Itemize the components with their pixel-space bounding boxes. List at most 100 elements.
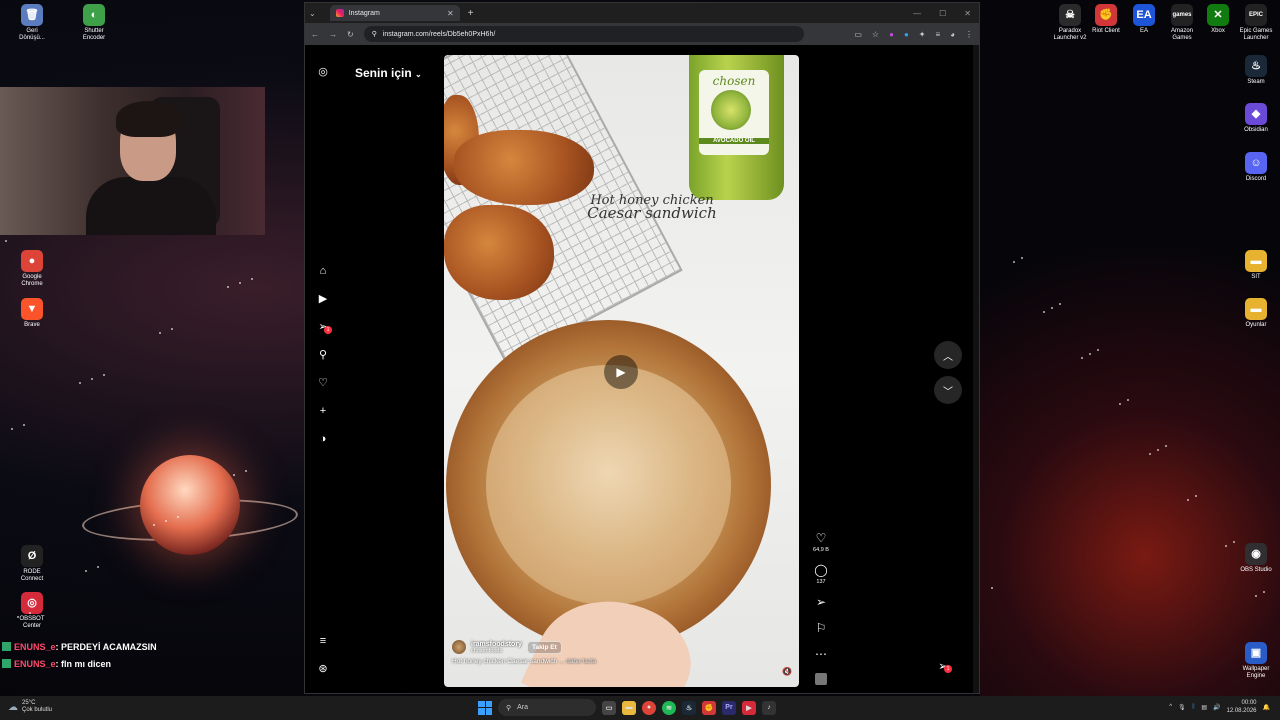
close-window-icon[interactable]: ✕ [964, 9, 971, 18]
desktop-icon[interactable]: EPIC Epic Games Launcher [1228, 4, 1280, 42]
site-info-icon[interactable]: ⚲ [372, 30, 377, 38]
messages-icon[interactable]: ➢ 1 [316, 320, 332, 334]
search-icon[interactable]: ⚲ [316, 348, 330, 362]
desktop-icon[interactable]: ◐ Shutter Encoder [66, 4, 122, 42]
start-button[interactable] [478, 700, 492, 715]
notifications-heart-icon[interactable]: ♡ [316, 376, 330, 390]
desktop-icon[interactable]: ♨ Steam [1228, 55, 1280, 86]
play-icon[interactable]: ▶ [604, 355, 638, 389]
more-options[interactable]: ⋯ [811, 647, 831, 661]
desktop-icon[interactable]: ▬ SIT [1228, 250, 1280, 281]
steam-icon[interactable]: ♨ [682, 700, 696, 715]
profile-avatar-icon[interactable]: ◑ [316, 432, 330, 446]
extensions-puzzle-icon[interactable]: ✦ [919, 30, 926, 39]
home-icon[interactable]: ⌂ [316, 264, 330, 278]
chat-text: : fln mı dicen [55, 659, 112, 669]
bookmark-icon[interactable]: ⚐ [811, 621, 831, 635]
file-explorer-icon[interactable]: ▬ [622, 700, 636, 715]
playlist-icon[interactable]: ≡ [935, 30, 940, 39]
tab-search-icon[interactable]: ⌄ [309, 9, 316, 18]
desktop-icon[interactable]: ◎ OBSBOT Center [4, 592, 60, 630]
desktop-icon[interactable]: Ø RODE Connect [4, 545, 60, 583]
tab-instagram[interactable]: Instagram ✕ [329, 5, 460, 21]
youtube-icon[interactable]: ▶ [742, 700, 756, 715]
desktop-app-icon: ♨ [1245, 55, 1267, 77]
more-menu-icon[interactable]: ≡ [316, 634, 330, 648]
extension-icon[interactable]: ● [904, 30, 909, 39]
more-options-icon[interactable]: ⋯ [811, 647, 831, 661]
reels-icon[interactable]: ▶ [316, 292, 330, 306]
feed-title: Senin için [355, 66, 412, 80]
account-name[interactable]: iramsfoodstory [471, 641, 522, 648]
back-icon[interactable]: ← [311, 30, 319, 39]
reel-video[interactable]: chosen AVOCADO OIL Hot honey chicken Cae… [444, 55, 799, 687]
messages-badge: 1 [324, 326, 332, 334]
like-heart-icon[interactable]: ♡ [811, 531, 831, 545]
share-icon[interactable]: ➢ [811, 595, 831, 609]
fried-chicken [444, 205, 554, 300]
network-icon[interactable]: ▤ [1201, 704, 1207, 711]
weather-condition: Çok bulutlu [22, 707, 53, 713]
next-reel-button[interactable]: ﹀ [934, 376, 962, 404]
follow-button[interactable]: Takip Et [526, 640, 562, 654]
volume-icon[interactable]: 🔊 [1213, 704, 1220, 711]
like-action[interactable]: ♡ 64,9 B [811, 531, 831, 553]
star [103, 374, 105, 376]
previous-reel-button[interactable]: ︿ [934, 341, 962, 369]
reload-icon[interactable]: ↻ [347, 30, 354, 39]
feed-selector[interactable]: Senin için ⌄ [355, 66, 422, 80]
taskbar-search[interactable]: ⚲ Ara [498, 699, 596, 716]
notifications-bell-icon[interactable]: 🔔 [1263, 704, 1270, 711]
spotify-icon[interactable]: ≋ [662, 700, 676, 715]
microphone-icon[interactable]: 🎙 [1178, 704, 1186, 711]
chrome-icon[interactable]: ● [642, 700, 656, 715]
collab-account-name[interactable]: chosenfoods [471, 648, 522, 654]
account-avatar[interactable] [452, 640, 466, 654]
floating-messages-button[interactable]: ➢ 1 [938, 659, 952, 673]
weather-widget[interactable]: ☁ 25°C Çok bulutlu [8, 700, 52, 714]
desktop-icon[interactable]: 🗑 Geri Dönüşü... [4, 4, 60, 42]
instagram-logo-icon[interactable]: ◎ [316, 65, 330, 79]
audio-thumbnail-icon[interactable] [815, 673, 827, 685]
close-tab-icon[interactable]: ✕ [447, 9, 454, 18]
star [1157, 449, 1159, 451]
desktop-icon[interactable]: ● Google Chrome [4, 250, 60, 288]
bluetooth-icon[interactable]: ᛒ [1192, 704, 1196, 710]
taskbar: ☁ 25°C Çok bulutlu ⚲ Ara ▭ ▬ ● ≋ ♨ ✊ Pr … [0, 696, 1280, 720]
desktop-icon[interactable]: ☺ Discord [1228, 152, 1280, 183]
desktop-icon[interactable]: ◆ Obsidian [1228, 103, 1280, 134]
riot-icon[interactable]: ✊ [702, 700, 716, 715]
task-view-icon[interactable]: ▭ [602, 700, 616, 715]
window-controls: — ☐ ✕ [913, 9, 979, 18]
desktop-icon[interactable]: ▣ Wallpaper Engine [1228, 642, 1280, 680]
share-action[interactable]: ➢ [811, 595, 831, 609]
minimize-icon[interactable]: — [913, 9, 921, 18]
star [233, 474, 235, 476]
app-icon[interactable]: ♪ [762, 700, 776, 715]
comment-action[interactable]: ◯ 137 [811, 563, 831, 585]
premiere-icon[interactable]: Pr [722, 700, 736, 715]
desktop-icon[interactable]: ◉ OBS Studio [1228, 543, 1280, 574]
desktop-icon[interactable]: ▬ Oyunlar [1228, 298, 1280, 329]
forward-icon[interactable]: → [329, 30, 337, 39]
url-field[interactable]: ⚲ instagram.com/reels/Db5eh0PxH6h/ [363, 26, 804, 42]
bookmark-star-icon[interactable]: ☆ [872, 30, 879, 39]
page-scrollbar[interactable] [973, 45, 979, 693]
new-tab-icon[interactable]: + [468, 8, 474, 19]
tray-chevron-up-icon[interactable]: ^ [1169, 704, 1172, 710]
profile-avatar-icon[interactable]: ◕ [950, 30, 955, 39]
audio-thumbnail[interactable] [811, 673, 831, 685]
create-plus-icon[interactable]: + [316, 404, 330, 418]
desktop-icon[interactable]: ▼ Brave [4, 298, 60, 329]
cast-icon[interactable]: ▭ [854, 30, 862, 39]
caption-more-link[interactable]: ... daha fazla [559, 658, 596, 665]
star [153, 524, 155, 526]
meta-apps-icon[interactable]: ⊛ [316, 662, 330, 676]
mute-icon[interactable]: 🔇 [782, 667, 792, 676]
menu-kebab-icon[interactable]: ⋮ [965, 30, 973, 39]
save-action[interactable]: ⚐ [811, 621, 831, 635]
clock[interactable]: 00:00 12.08.2026 [1226, 699, 1256, 715]
comment-icon[interactable]: ◯ [811, 563, 831, 577]
maximize-icon[interactable]: ☐ [939, 9, 946, 18]
extension-icon[interactable]: ● [889, 30, 894, 39]
